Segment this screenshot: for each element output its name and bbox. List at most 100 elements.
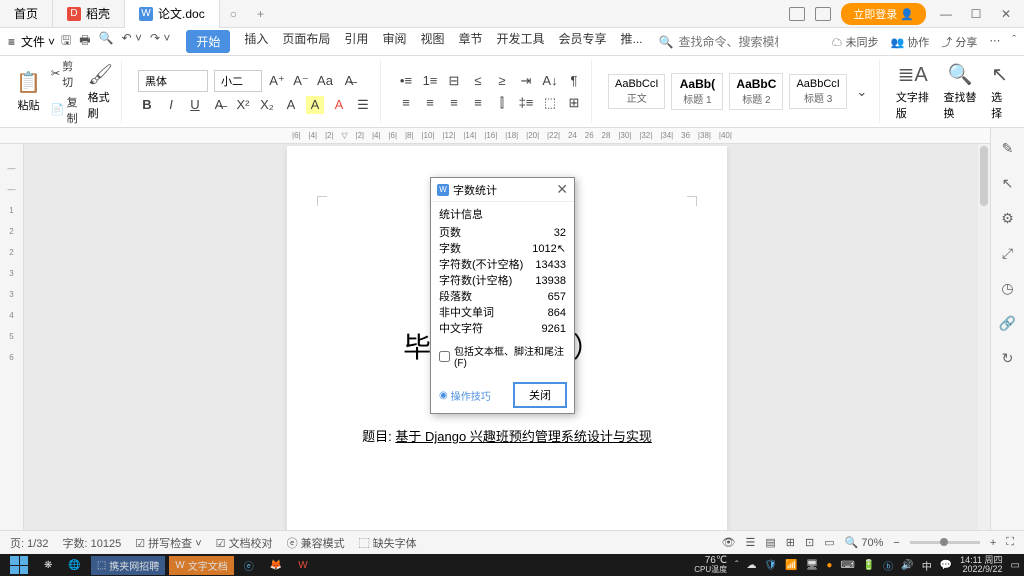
tab-insert[interactable]: 插入 xyxy=(244,30,268,53)
bg-color[interactable]: ⬚ xyxy=(541,94,559,112)
layout-icon-2[interactable] xyxy=(815,7,831,21)
view-layout-icon[interactable]: ⊡ xyxy=(805,536,814,549)
clock-tool-icon[interactable]: ◷ xyxy=(1001,280,1013,297)
backup-tool-icon[interactable]: ↻ xyxy=(1002,350,1014,367)
task-app-3[interactable]: ⬚ 携夹网招聘 xyxy=(91,556,165,575)
tray-icon[interactable]: ˆ xyxy=(735,560,738,571)
copy-button[interactable]: 📄 复制 xyxy=(51,94,78,126)
tab-reference[interactable]: 引用 xyxy=(344,30,368,53)
superscript-button[interactable]: X² xyxy=(234,96,252,114)
zoom-level[interactable]: 🔍 70% xyxy=(845,536,884,549)
select-tool-icon[interactable]: ↖ xyxy=(1002,175,1014,192)
file-menu[interactable]: 文件 ˅ xyxy=(21,33,55,50)
bold-button[interactable]: B xyxy=(138,96,156,114)
select-button[interactable]: ↖选择 xyxy=(991,62,1008,121)
sort-button[interactable]: A↓ xyxy=(541,72,559,90)
zoom-slider[interactable] xyxy=(910,541,980,544)
increase-indent[interactable]: ≥ xyxy=(493,72,511,90)
include-footnotes-checkbox[interactable]: 包括文本框、脚注和尾注(F) xyxy=(439,343,566,369)
zoom-in[interactable]: + xyxy=(990,537,996,549)
compat-mode[interactable]: ⓔ 兼容模式 xyxy=(287,535,345,551)
grow-font[interactable]: A⁺ xyxy=(268,72,286,90)
dialog-close-button[interactable]: ✕ xyxy=(556,181,568,198)
search-input[interactable] xyxy=(678,35,778,49)
tab-pagelayout[interactable]: 页面布局 xyxy=(282,30,330,53)
tab-more[interactable]: 推... xyxy=(621,30,643,53)
tray-bt[interactable]: ⓑ xyxy=(883,558,893,573)
collab-button[interactable]: 👥 协作 xyxy=(891,34,930,50)
tab-add[interactable]: + xyxy=(247,7,274,21)
view-read-icon[interactable]: 👁 xyxy=(722,536,736,549)
minimize-button[interactable]: — xyxy=(936,7,956,21)
italic-button[interactable]: I xyxy=(162,96,180,114)
save-icon[interactable]: 🖫 xyxy=(61,31,71,52)
font-effect[interactable]: A xyxy=(282,96,300,114)
task-app-4[interactable]: W 文字文档 xyxy=(169,556,233,575)
task-app-7[interactable]: W xyxy=(292,558,313,573)
more-button[interactable]: ⋯ xyxy=(989,34,1000,50)
view-web-icon[interactable]: ⊞ xyxy=(786,536,795,549)
style-h2[interactable]: AaBbC标题 2 xyxy=(729,73,783,110)
format-painter-button[interactable]: 🖌格式刷 xyxy=(88,62,113,121)
align-left[interactable]: ≡ xyxy=(397,94,415,112)
bullet-list[interactable]: •≡ xyxy=(397,72,415,90)
sync-button[interactable]: ☁ 未同步 xyxy=(831,34,878,50)
fullscreen-icon[interactable]: ⛶ xyxy=(1006,536,1014,549)
view-outline-icon[interactable]: ☰ xyxy=(746,536,756,549)
tray-notif[interactable]: ▭ xyxy=(1011,560,1020,571)
spellcheck-button[interactable]: ☑ 拼写检查 ˅ xyxy=(135,535,201,551)
undo-icon[interactable]: ↶ ˅ xyxy=(122,31,142,52)
tray-msg[interactable]: 💬 xyxy=(940,560,952,571)
task-app-2[interactable]: 🌐 xyxy=(62,558,86,573)
tab-docer[interactable]: D稻壳 xyxy=(53,0,125,28)
link-tool-icon[interactable]: 🔗 xyxy=(999,315,1016,332)
show-marks[interactable]: ¶ xyxy=(565,72,583,90)
redo-icon[interactable]: ↷ ˅ xyxy=(150,31,170,52)
tips-link[interactable]: ◉ 操作技巧 xyxy=(439,388,491,403)
tray-pc[interactable]: 🖥 xyxy=(806,560,819,571)
line-spacing[interactable]: ‡≡ xyxy=(517,94,535,112)
tray-cloud[interactable]: ☁ xyxy=(746,560,756,571)
login-button[interactable]: 立即登录 👤 xyxy=(841,3,926,25)
document-subtitle[interactable]: 题目: 基于 Django 兴趣班预约管理系统设计与实现 xyxy=(327,426,687,445)
text-layout-button[interactable]: ≣A文字排版 xyxy=(896,62,930,121)
missing-fonts[interactable]: ⬚ 缺失字体 xyxy=(359,535,417,551)
share-button[interactable]: ⤴ 分享 xyxy=(941,34,977,50)
tab-dev[interactable]: 开发工具 xyxy=(496,30,544,53)
align-center[interactable]: ≡ xyxy=(421,94,439,112)
borders[interactable]: ⊞ xyxy=(565,94,583,112)
tray-vol[interactable]: 🔊 xyxy=(901,560,913,571)
clear-format[interactable]: A̶ xyxy=(340,72,358,90)
close-window-button[interactable]: ✕ xyxy=(996,7,1016,21)
vertical-scrollbar[interactable] xyxy=(978,144,990,530)
edit-tool-icon[interactable]: ✎ xyxy=(1002,140,1014,157)
preview-icon[interactable]: 🔍 xyxy=(99,31,114,52)
start-button[interactable] xyxy=(4,554,34,576)
tab-section[interactable]: 章节 xyxy=(458,30,482,53)
tab-start[interactable]: 开始 xyxy=(186,30,230,53)
font-size-select[interactable]: 小二 xyxy=(214,70,262,92)
tray-lang[interactable]: 中 xyxy=(922,558,932,573)
tab-view[interactable]: 视图 xyxy=(420,30,444,53)
menu-toggle[interactable]: ≡ xyxy=(8,35,15,49)
distribute[interactable]: ⫿ xyxy=(493,94,511,112)
strike-button[interactable]: A̶ xyxy=(210,96,228,114)
tab-document[interactable]: W论文.doc xyxy=(125,0,220,28)
align-justify[interactable]: ≡ xyxy=(469,94,487,112)
horizontal-ruler[interactable]: |6||4||2|▽|2||4||6||8||10||12||14||16||1… xyxy=(0,128,1024,144)
underline-button[interactable]: U xyxy=(186,96,204,114)
tray-orange[interactable]: ● xyxy=(826,560,832,571)
scrollbar-thumb[interactable] xyxy=(980,146,988,206)
view-print-icon[interactable]: ▭ xyxy=(824,536,834,549)
shrink-font[interactable]: A⁻ xyxy=(292,72,310,90)
tab-review[interactable]: 审阅 xyxy=(382,30,406,53)
layout-icon-1[interactable] xyxy=(789,7,805,21)
style-normal[interactable]: AaBbCcI正文 xyxy=(608,74,665,109)
settings-tool-icon[interactable]: ⚙ xyxy=(1001,210,1014,227)
task-app-1[interactable]: ❋ xyxy=(38,558,58,573)
tray-ime[interactable]: ⌨ xyxy=(840,560,854,571)
subscript-button[interactable]: X₂ xyxy=(258,96,276,114)
highlight-button[interactable]: A xyxy=(306,96,324,114)
number-list[interactable]: 1≡ xyxy=(421,72,439,90)
paste-button[interactable]: 📋粘贴 xyxy=(16,70,41,113)
